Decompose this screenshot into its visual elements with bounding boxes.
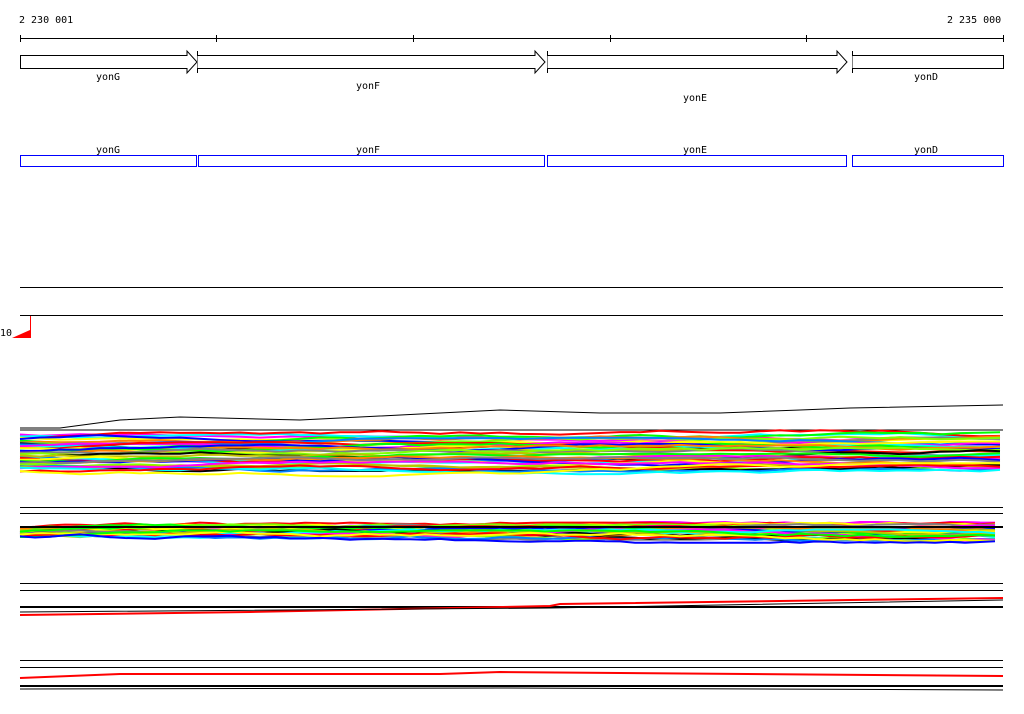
cds-label: yonD: [914, 145, 938, 156]
signal-scale: 10: [0, 316, 31, 339]
cds-label: yonE: [683, 145, 707, 156]
gene-arrow-yonF[interactable]: [197, 49, 546, 75]
gene-label: yonE: [683, 93, 707, 104]
coverage-line: [19, 687, 1004, 691]
cds-label: yonF: [356, 145, 380, 156]
cds-box-yonF[interactable]: [198, 155, 545, 167]
cds-box-yonD[interactable]: [852, 155, 1004, 167]
gene-label: yonD: [914, 72, 938, 83]
cds-box-yonG[interactable]: [20, 155, 197, 167]
gene-arrow-yonG[interactable]: [20, 49, 198, 75]
coverage-line: [19, 670, 1004, 679]
position-ruler: 2 230 001 2 235 000: [19, 15, 1004, 42]
coverage-line: [20, 404, 1004, 429]
cds-label: yonG: [96, 145, 120, 156]
gene-label: yonF: [356, 81, 380, 92]
ruler-start-label: 2 230 001: [19, 15, 73, 26]
gene-arrow-yonD[interactable]: [852, 55, 1004, 69]
scale-max-label: 10: [0, 328, 12, 339]
scale-triangle-icon: [12, 316, 31, 338]
gene-track: [20, 49, 1004, 75]
gene-arrow-yonE[interactable]: [547, 49, 848, 75]
genome-browser-view: 2 230 001 2 235 000 yonG yonF yonE yonD …: [0, 15, 1004, 691]
gene-label: yonG: [96, 72, 120, 83]
ruler-end-label: 2 235 000: [947, 15, 1001, 26]
cds-box-yonE[interactable]: [547, 155, 847, 167]
cds-track: [20, 155, 1004, 167]
